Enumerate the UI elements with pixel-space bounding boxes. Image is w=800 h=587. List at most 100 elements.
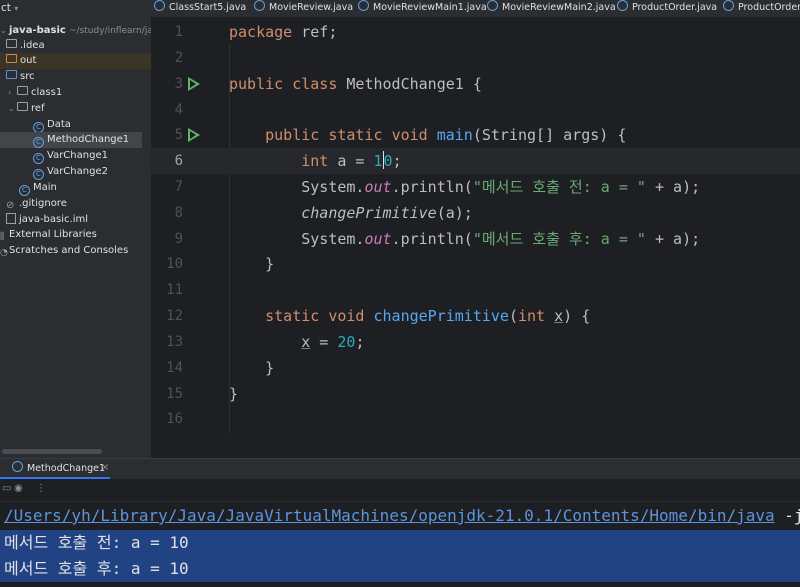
project-panel: ct ▾ ⌄java-basic ~/study/inflearn/java/ … <box>0 0 151 458</box>
close-icon[interactable]: × <box>101 462 109 473</box>
run-icon[interactable] <box>188 128 200 142</box>
code-line[interactable]: 11 <box>151 277 800 303</box>
package-icon <box>17 102 28 111</box>
project-root-name: java-basic <box>9 25 66 36</box>
run-icon[interactable] <box>188 77 200 91</box>
tree-item-scratches[interactable]: ◔Scratches and Consoles <box>0 243 151 259</box>
code-line[interactable]: 16 <box>151 406 800 432</box>
code-text: static void changePrimitive(int x) { <box>265 307 591 325</box>
code-text: x = 20; <box>301 333 365 351</box>
tree-item-varchange1[interactable]: C VarChange1 <box>0 148 151 164</box>
gitignore-icon: ⊘ <box>6 200 15 211</box>
project-view-dropdown[interactable]: ct <box>1 2 11 14</box>
line-number: 2 <box>174 50 183 66</box>
tab-moviereview[interactable]: MovieReview.java <box>254 0 353 17</box>
code-line[interactable]: 3 public class MethodChange1 { <box>151 71 800 97</box>
code-line[interactable]: 15 } <box>151 381 800 407</box>
project-header: ct ▾ <box>0 0 151 18</box>
console-output[interactable]: /Users/yh/Library/Java/JavaVirtualMachin… <box>0 502 800 587</box>
code-text: } <box>265 359 275 377</box>
code-text: public static void main(String[] args) { <box>265 126 627 144</box>
code-text: } <box>229 385 239 403</box>
tab-productorder[interactable]: ProductOrder.java <box>617 0 717 17</box>
tree-item-label: src <box>20 71 35 82</box>
tree-item-out[interactable]: out <box>0 53 151 69</box>
line-number: 8 <box>174 205 183 221</box>
code-editor[interactable]: 1 package ref; 2 3 public class MethodCh… <box>151 18 800 458</box>
folder-excluded-icon <box>6 54 17 63</box>
code-line[interactable]: 14 } <box>151 355 800 381</box>
code-line[interactable]: 13 x = 20; <box>151 329 800 355</box>
tree-item-external-libraries[interactable]: ⫼ External Libraries <box>0 227 151 243</box>
tab-classstart5[interactable]: ClassStart5.java <box>154 0 246 17</box>
library-icon: ⫼ <box>0 232 5 242</box>
line-number: 11 <box>166 282 183 298</box>
tree-item-label: ref <box>31 103 45 114</box>
project-root-path: ~/study/inflearn/java/ <box>69 26 151 36</box>
class-icon: C <box>33 169 44 180</box>
tab-label: ClassStart5.java <box>169 2 247 13</box>
tree-item-data[interactable]: C Data <box>0 117 151 133</box>
chevron-down-icon[interactable]: ⌄ <box>8 101 17 117</box>
chevron-right-icon[interactable]: › <box>8 85 17 101</box>
line-number: 13 <box>166 334 183 350</box>
code-text: package ref; <box>229 23 338 41</box>
tree-item-varchange2[interactable]: C VarChange2 <box>0 164 151 180</box>
run-tab-methodchange1[interactable]: MethodChange1 <box>12 461 105 478</box>
line-number: 6 <box>174 153 183 169</box>
code-line[interactable]: 4 <box>151 97 800 123</box>
jdk-path-link[interactable]: /Users/yh/Library/Java/JavaVirtualMachin… <box>4 506 775 525</box>
chevron-down-icon[interactable]: ▾ <box>14 4 18 13</box>
tree-item-label: .idea <box>20 40 45 51</box>
line-number: 7 <box>174 179 183 195</box>
tab-label: ProductOrder.java <box>632 2 718 13</box>
tree-item-methodchange1[interactable]: C MethodChange1 <box>0 132 142 148</box>
tab-label: ProductOrderM <box>738 2 800 13</box>
class-icon <box>487 0 498 11</box>
code-line-current[interactable]: 6 int a = 10; <box>151 148 800 174</box>
code-line[interactable]: 2 <box>151 45 800 71</box>
folder-icon <box>6 39 17 48</box>
tab-moviereviewmain1[interactable]: MovieReviewMain1.java <box>358 0 487 17</box>
tab-productorderm[interactable]: ProductOrderM <box>723 0 800 17</box>
more-icon[interactable]: ⋮ <box>36 483 46 494</box>
tree-item-ref[interactable]: ⌄ ref <box>0 101 151 117</box>
code-line[interactable]: 12 static void changePrimitive(int x) { <box>151 303 800 329</box>
class-icon <box>12 461 23 472</box>
class-icon: C <box>33 153 44 164</box>
console-line: 메서드 호출 전: a = 10 <box>0 530 800 556</box>
tree-item-label: VarChange1 <box>47 150 108 161</box>
code-line[interactable]: 8 changePrimitive(a); <box>151 200 800 226</box>
code-line[interactable]: 1 package ref; <box>151 19 800 45</box>
tree-item-idea[interactable]: .idea <box>0 38 151 54</box>
tab-moviereviewmain2[interactable]: MovieReviewMain2.java <box>487 0 616 17</box>
run-tool-window-header: MethodChange1 × <box>0 458 800 480</box>
tab-label: MovieReviewMain1.java <box>373 2 487 13</box>
tree-item-main[interactable]: C Main <box>0 180 151 196</box>
console-line: 메서드 호출 후: a = 10 <box>0 556 800 582</box>
tree-item-iml[interactable]: java-basic.iml <box>0 212 151 228</box>
line-number: 12 <box>166 308 183 324</box>
line-number: 4 <box>174 102 183 118</box>
line-number: 16 <box>166 411 183 427</box>
tree-item-src[interactable]: src <box>0 69 151 85</box>
tree-item-label: VarChange2 <box>47 166 108 177</box>
code-line[interactable]: 7 System.out.println("메서드 호출 전: a = " + … <box>151 174 800 200</box>
rerun-icon[interactable]: ▭ <box>2 483 11 494</box>
class-icon <box>254 0 265 11</box>
horizontal-scrollbar[interactable] <box>2 449 102 454</box>
chevron-down-icon[interactable]: ⌄ <box>0 23 9 39</box>
code-line[interactable]: 9 System.out.println("메서드 호출 후: a = " + … <box>151 226 800 252</box>
project-root[interactable]: ⌄java-basic ~/study/inflearn/java/ <box>0 23 151 39</box>
line-number: 14 <box>166 360 183 376</box>
tree-item-label: MethodChange1 <box>47 134 130 145</box>
tree-item-class1[interactable]: › class1 <box>0 85 151 101</box>
camera-icon[interactable]: ◉ <box>14 483 23 494</box>
tree-item-gitignore[interactable]: ⊘ .gitignore <box>0 196 151 212</box>
code-line[interactable]: 10 } <box>151 251 800 277</box>
run-tab-label: MethodChange1 <box>27 463 106 474</box>
code-line[interactable]: 5 public static void main(String[] args)… <box>151 122 800 148</box>
code-text: } <box>265 255 275 273</box>
tree-item-label: Main <box>33 182 57 193</box>
tab-label: MovieReview.java <box>269 2 354 13</box>
